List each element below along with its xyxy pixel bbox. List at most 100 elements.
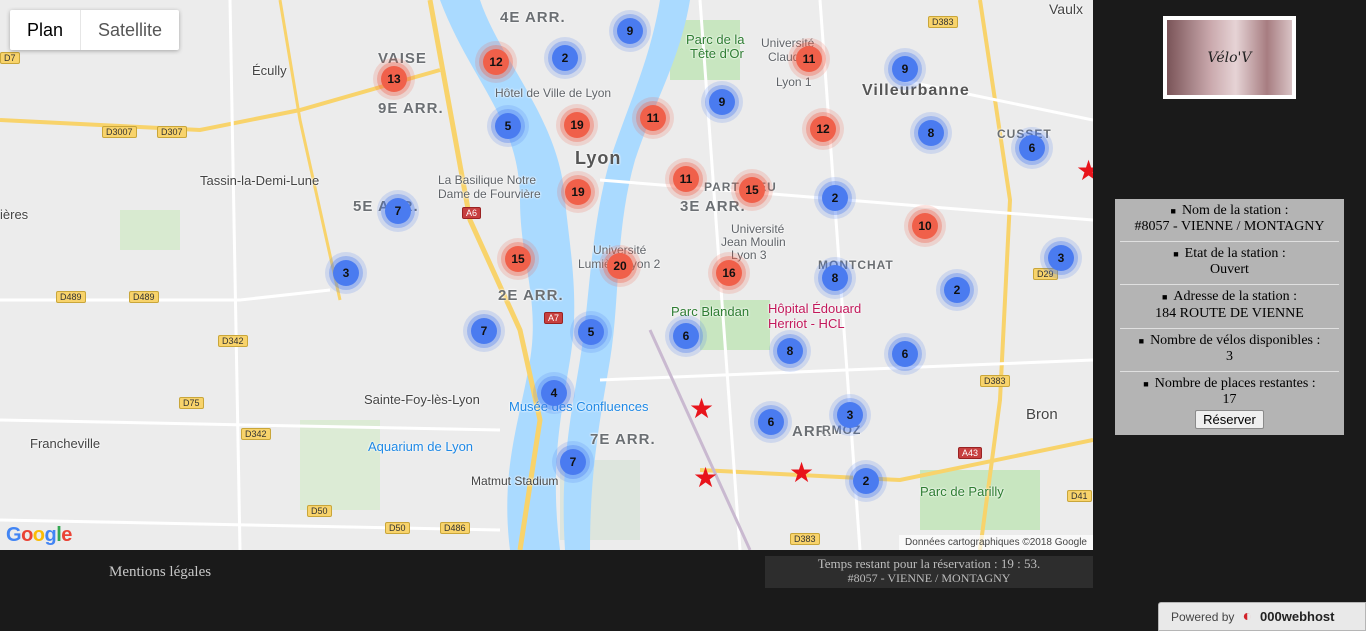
google-logo-letter: o — [21, 524, 33, 546]
station-cluster-marker[interactable]: 3 — [333, 260, 359, 286]
station-cluster-marker[interactable]: 16 — [716, 260, 742, 286]
google-logo-letter: g — [44, 524, 57, 546]
velov-logo: Vélo'V — [1163, 16, 1296, 99]
station-cluster-marker[interactable]: 11 — [673, 166, 699, 192]
map-label-univ-moulin-2: Jean Moulin — [721, 235, 786, 249]
station-state-item: ■ Etat de la station : Ouvert — [1120, 246, 1339, 286]
road-shield-d3007: D3007 — [102, 126, 137, 138]
road-shield-d342: D342 — [218, 335, 248, 347]
road-shield-d50: D50 — [307, 505, 332, 517]
station-cluster-marker[interactable]: 7 — [560, 449, 586, 475]
station-cluster-marker[interactable]: 2 — [822, 185, 848, 211]
station-cluster-marker[interactable]: 2 — [944, 277, 970, 303]
station-cluster-marker[interactable]: 7 — [385, 198, 411, 224]
station-cluster-marker[interactable]: 8 — [918, 120, 944, 146]
station-cluster-marker[interactable]: 19 — [564, 112, 590, 138]
station-name-value: #8057 - VIENNE / MONTAGNY — [1134, 219, 1325, 235]
bullet-icon: ■ — [1138, 335, 1145, 346]
station-cluster-marker[interactable]: 3 — [1048, 245, 1074, 271]
map-label-matmut: Matmut Stadium — [471, 474, 559, 488]
reservation-timer-text: Temps restant pour la réservation : 19 :… — [817, 556, 1041, 571]
station-cluster-marker[interactable]: 19 — [565, 179, 591, 205]
map-type-satellite-button[interactable]: Satellite — [80, 10, 179, 50]
powered-by-badge[interactable]: Powered by ◐ 000webhost — [1158, 602, 1366, 631]
webhost-logo-icon: ◐ — [1242, 607, 1253, 625]
road-shield-d342-2: D342 — [241, 428, 271, 440]
station-cluster-marker[interactable]: 12 — [483, 49, 509, 75]
station-cluster-marker[interactable]: 5 — [495, 113, 521, 139]
station-cluster-marker[interactable]: 15 — [505, 246, 531, 272]
bullet-icon: ■ — [1161, 292, 1168, 303]
station-cluster-marker[interactable]: 11 — [796, 46, 822, 72]
road-shield-d489-2: D489 — [129, 291, 159, 303]
station-cluster-marker[interactable]: 13 — [381, 66, 407, 92]
station-state-value: Ouvert — [1210, 262, 1249, 278]
station-bikes-value: 3 — [1226, 348, 1233, 364]
map-label-hopital-2: Herriot - HCL — [768, 316, 845, 331]
station-cluster-marker[interactable]: 3 — [837, 402, 863, 428]
map-type-plan-button[interactable]: Plan — [10, 10, 80, 50]
station-address-value: 184 ROUTE DE VIENNE — [1155, 305, 1304, 321]
station-cluster-marker[interactable]: 9 — [892, 56, 918, 82]
road-shield-d383-3: D383 — [790, 533, 820, 545]
station-cluster-marker[interactable]: 15 — [739, 177, 765, 203]
station-marker-star[interactable]: ★ — [693, 465, 718, 493]
map-label-univ-claude-3: Lyon 1 — [776, 75, 812, 89]
map-label-3e-arr: 3E ARR. — [680, 198, 746, 215]
station-cluster-marker[interactable]: 6 — [892, 341, 918, 367]
reservation-timer: Temps restant pour la réservation : 19 :… — [765, 556, 1093, 588]
google-logo-letter: G — [6, 524, 22, 546]
map-attribution[interactable]: Données cartographiques ©2018 Google — [899, 535, 1093, 550]
station-name-label: Nom de la station : — [1181, 203, 1289, 219]
map-label-vaise: VAISE — [378, 50, 427, 67]
map-label-4e-arr: 4E ARR. — [500, 9, 566, 26]
google-logo-letter: o — [32, 524, 45, 546]
road-shield-d29: D29 — [1033, 268, 1058, 280]
road-shield-d383: D383 — [928, 16, 958, 28]
station-cluster-marker[interactable]: 2 — [853, 468, 879, 494]
station-cluster-marker[interactable]: 5 — [578, 319, 604, 345]
reserve-button[interactable]: Réserver — [1195, 410, 1264, 430]
map-type-control: Plan Satellite — [10, 10, 180, 50]
station-cluster-marker[interactable]: 10 — [912, 213, 938, 239]
road-shield-d75: D75 — [179, 397, 204, 409]
station-name-item: ■ Nom de la station : #8057 - VIENNE / MO… — [1120, 203, 1339, 243]
station-cluster-marker[interactable]: 12 — [810, 116, 836, 142]
station-bikes-label: Nombre de vélos disponibles : — [1150, 332, 1321, 348]
map-label-tete-or-2: Tête d'Or — [690, 46, 744, 61]
map-label-parilly: Parc de Parilly — [920, 484, 1004, 499]
map-label-2e-arr: 2E ARR. — [498, 287, 564, 304]
bullet-icon: ■ — [1170, 206, 1176, 216]
station-cluster-marker[interactable]: 8 — [822, 265, 848, 291]
station-cluster-marker[interactable]: 20 — [607, 253, 633, 279]
road-shield-d486: D486 — [440, 522, 470, 534]
station-cluster-marker[interactable]: 6 — [1019, 135, 1045, 161]
station-places-value: 17 — [1222, 392, 1237, 408]
station-marker-star[interactable]: ★ — [1076, 158, 1093, 186]
map[interactable]: VAISE 9E ARR. 4E ARR. 5E ARR. 2E ARR. 3E… — [0, 0, 1093, 550]
station-cluster-marker[interactable]: 4 — [541, 380, 567, 406]
station-cluster-marker[interactable]: 11 — [640, 105, 666, 131]
station-cluster-marker[interactable]: 8 — [777, 338, 803, 364]
road-shield-d50-2: D50 — [385, 522, 410, 534]
google-logo-letter: e — [61, 524, 72, 546]
station-cluster-marker[interactable]: 9 — [617, 18, 643, 44]
map-label-univ-moulin-3: Lyon 3 — [731, 248, 767, 262]
station-marker-star[interactable]: ★ — [689, 396, 714, 424]
station-cluster-marker[interactable]: 7 — [471, 318, 497, 344]
road-shield-a6: A6 — [462, 207, 482, 219]
station-cluster-marker[interactable]: 2 — [552, 45, 578, 71]
google-logo[interactable]: Google — [6, 524, 72, 547]
map-label-7e-arr: 7E ARR. — [590, 431, 656, 448]
station-cluster-marker[interactable]: 6 — [758, 409, 784, 435]
station-cluster-marker[interactable]: 6 — [673, 323, 699, 349]
station-cluster-marker[interactable]: 9 — [709, 89, 735, 115]
velov-logo-text: Vélo'V — [1167, 20, 1292, 95]
map-label-tassin: Tassin-la-Demi-Lune — [200, 173, 320, 188]
road-shield-a7: A7 — [544, 312, 564, 324]
legal-mentions-link[interactable]: Mentions légales — [109, 564, 211, 581]
map-label-tete-or: Parc de la — [686, 32, 745, 47]
map-label-basilique: La Basilique Notre — [438, 173, 537, 187]
station-marker-star[interactable]: ★ — [789, 460, 814, 488]
road-shield-d489: D489 — [56, 291, 86, 303]
